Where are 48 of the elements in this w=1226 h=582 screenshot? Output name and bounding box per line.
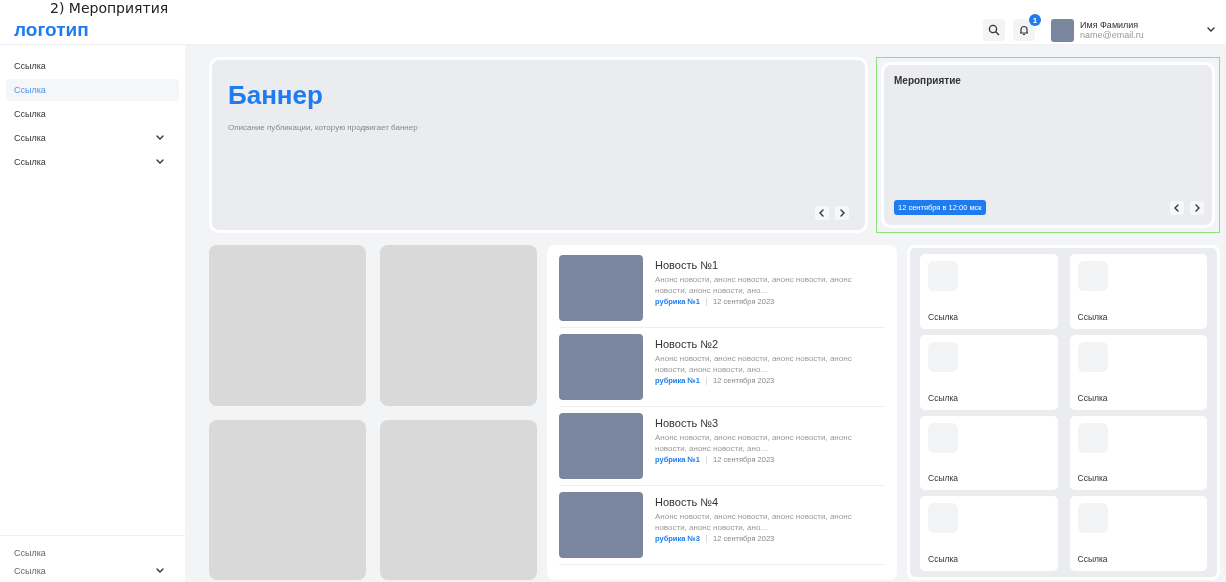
placeholder-tile[interactable] — [380, 419, 537, 580]
link-card[interactable]: Ссылка — [920, 415, 1058, 491]
search-button[interactable] — [983, 19, 1005, 41]
bell-icon — [1018, 24, 1030, 36]
banner-description: Описание публикации, которую продвигает баннер — [228, 123, 419, 132]
section-heading: 2) Мероприятия — [49, 0, 169, 16]
link-card[interactable]: Ссылка — [920, 334, 1058, 410]
next-button[interactable] — [835, 206, 849, 220]
sidebar-link[interactable]: Ссылка — [6, 151, 179, 173]
previous-button[interactable] — [1170, 200, 1184, 215]
avatar — [1051, 18, 1074, 42]
notifications-button[interactable] — [1013, 19, 1035, 41]
sidebar-link[interactable]: Ссылка — [6, 55, 179, 77]
sidebar-link[interactable]: Ссылка — [6, 544, 179, 562]
user-menu[interactable]: Имя Фамилия name@email.ru — [1051, 18, 1216, 42]
news-excerpt: Анонс новости, анонс новости, анонс новости, анонс новости, анонс новости, ано… — [655, 432, 853, 454]
news-excerpt: Анонс новости, анонс новости, анонс новости, анонс новости, анонс новости, ано… — [655, 511, 853, 533]
link-card[interactable]: Ссылка — [1069, 334, 1207, 410]
news-thumbnail[interactable] — [559, 413, 643, 479]
news-title[interactable]: Новость №3 — [655, 417, 885, 429]
news-excerpt: Анонс новости, анонс новости, анонс новости, анонс новости, анонс новости, ано… — [655, 274, 853, 296]
news-thumbnail[interactable] — [559, 334, 643, 400]
news-thumbnail[interactable] — [559, 492, 643, 558]
search-icon — [988, 24, 1000, 36]
user-name: Имя Фамилия — [1080, 20, 1140, 30]
notification-badge: 1 — [1029, 14, 1041, 26]
logo[interactable]: логотип — [14, 19, 89, 41]
sidebar-link[interactable]: Ссылка — [6, 103, 179, 125]
next-button[interactable] — [1190, 200, 1204, 215]
news-thumbnail[interactable] — [559, 255, 643, 321]
link-card[interactable]: Ссылка — [1069, 496, 1207, 571]
news-title[interactable]: Новость №4 — [655, 496, 885, 508]
link-card[interactable]: Ссылка — [1069, 254, 1207, 329]
link-card[interactable]: Ссылка — [920, 496, 1058, 571]
banner-title: Баннер — [228, 80, 324, 111]
placeholder-tile[interactable] — [380, 245, 537, 406]
news-excerpt: Анонс новости, анонс новости, анонс новости, анонс новости, анонс новости, ано… — [655, 353, 853, 375]
sidebar-link[interactable]: Ссылка — [6, 562, 179, 580]
previous-button[interactable] — [815, 206, 829, 220]
event-title: Мероприятие — [894, 75, 962, 86]
news-title[interactable]: Новость №2 — [655, 338, 885, 350]
placeholder-tile[interactable] — [209, 419, 366, 580]
news-title[interactable]: Новость №1 — [655, 259, 885, 271]
placeholder-tile[interactable] — [209, 245, 366, 406]
sidebar-link[interactable]: Ссылка — [6, 127, 179, 149]
link-card[interactable]: Ссылка — [1069, 415, 1207, 491]
user-email: name@email.ru — [1080, 30, 1145, 40]
link-card[interactable]: Ссылка — [920, 254, 1058, 329]
